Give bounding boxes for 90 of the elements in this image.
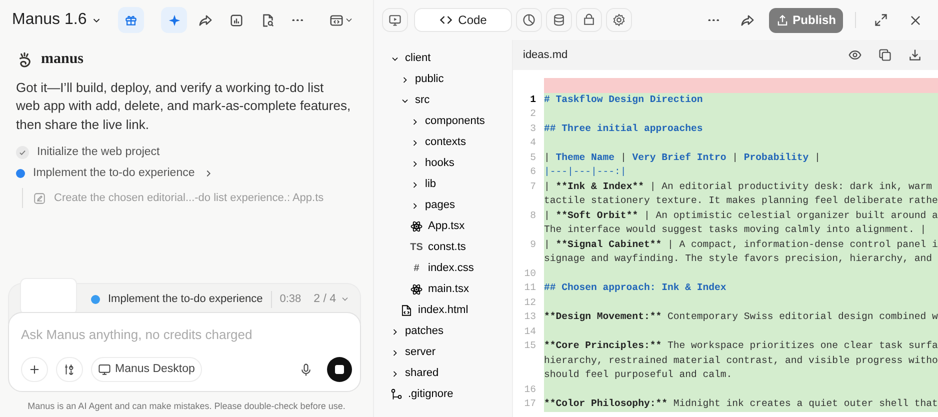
dashboard-icon	[522, 13, 536, 27]
line-number: 17	[523, 397, 537, 411]
code-icon	[439, 13, 454, 27]
git-icon	[390, 388, 403, 401]
lock-tab[interactable]	[576, 8, 602, 32]
elapsed-time: 0:38	[270, 291, 302, 308]
sparkle-button[interactable]	[161, 7, 187, 33]
code-window-icon	[328, 12, 344, 28]
tree-item[interactable]: main.tsx	[374, 279, 469, 300]
line-number: 8	[529, 208, 537, 222]
tree-item[interactable]: lib	[374, 174, 436, 195]
line-number: 4	[529, 136, 537, 150]
monitor-icon	[98, 363, 111, 376]
line-number: 7	[529, 180, 537, 194]
tree-item[interactable]: src	[374, 90, 430, 111]
database-tab[interactable]	[546, 8, 572, 32]
gift-button[interactable]	[118, 7, 144, 33]
tree-item[interactable]: pages	[374, 195, 455, 216]
line-number: 10	[523, 266, 537, 280]
dashboard-tab[interactable]	[516, 8, 542, 32]
share-icon	[198, 12, 212, 28]
message-text: Got it—I’ll build, deploy, and verify a working to-do list web app with add, delete, and mark-as-complete features, then share the live link.	[16, 78, 352, 134]
html-file-icon	[400, 304, 413, 317]
microphone-icon	[299, 362, 313, 376]
line-number: 16	[523, 382, 537, 396]
line-number: 14	[523, 324, 537, 338]
tree-item[interactable]: TS const.ts	[374, 237, 466, 258]
chart-icon	[228, 12, 244, 28]
preview-tab[interactable]	[382, 8, 408, 32]
line-number: 9	[529, 238, 537, 252]
progress-dot	[91, 294, 100, 304]
atom-icon	[410, 283, 423, 296]
tree-item[interactable]: shared	[374, 363, 439, 384]
add-button[interactable]	[21, 357, 48, 382]
file-type-icon: TS	[410, 240, 423, 255]
line-number: 1	[529, 92, 537, 106]
tree-item[interactable]: hooks	[374, 153, 454, 174]
step-label: Implement the to-do experience	[33, 166, 195, 181]
model-selector[interactable]: Manus 1.6	[12, 8, 102, 32]
tree-item[interactable]: client	[374, 48, 431, 69]
share-icon	[740, 12, 756, 28]
line-number: 2	[529, 107, 537, 121]
sparkle-icon	[166, 12, 182, 28]
code-tab[interactable]: Code	[414, 8, 512, 32]
settings-icon	[612, 13, 626, 27]
more-icon	[708, 18, 720, 22]
gift-icon	[124, 13, 138, 27]
tree-item[interactable]: components	[374, 111, 485, 132]
tree-item[interactable]: .gitignore	[374, 384, 454, 405]
download-icon	[908, 48, 922, 62]
lock-icon	[582, 13, 596, 27]
database-icon	[552, 13, 566, 27]
edit-file-icon	[33, 192, 46, 204]
stop-icon	[335, 365, 344, 374]
tree-item[interactable]: public	[374, 69, 444, 90]
tree-item[interactable]: # index.css	[374, 258, 474, 279]
eye-icon	[848, 48, 862, 62]
progress-label: Implement the to-do experience	[108, 292, 263, 308]
step-label: Initialize the web project	[37, 144, 160, 160]
tree-item[interactable]: index.html	[374, 300, 468, 321]
disclaimer-text: Manus is an AI Agent and can make mistakes. Please double-check before use.	[26, 400, 346, 413]
tools-button[interactable]	[56, 357, 83, 382]
agent-name: manus	[41, 50, 84, 69]
line-number: 15	[523, 339, 537, 353]
settings-tab[interactable]	[606, 8, 632, 32]
tree-item[interactable]: patches	[374, 321, 444, 342]
tree-item[interactable]: App.tsx	[374, 216, 465, 237]
desktop-button[interactable]: Manus Desktop	[91, 357, 202, 382]
copy-icon	[878, 48, 892, 62]
stop-button[interactable]	[327, 357, 352, 382]
substep-label: Create the chosen editorial...-do list experience.: App.ts	[54, 190, 324, 206]
tree-item[interactable]: server	[374, 342, 436, 363]
line-number: 6	[529, 165, 537, 179]
line-number: 11	[523, 281, 537, 295]
line-number: 5	[529, 150, 537, 164]
close-icon	[908, 14, 922, 26]
tree-item[interactable]: contexts	[374, 132, 466, 153]
publish-button[interactable]: Publish	[768, 8, 843, 32]
more-icon	[292, 18, 304, 22]
file-type-icon: #	[410, 261, 423, 276]
plus-icon	[28, 363, 41, 376]
atom-icon	[410, 220, 423, 233]
line-number: 12	[523, 296, 537, 310]
expand-icon	[874, 13, 888, 27]
line-number: 3	[529, 122, 537, 136]
preview-icon	[388, 13, 402, 27]
line-number: 13	[523, 310, 537, 324]
file-name: ideas.md	[523, 48, 568, 63]
upload-icon	[776, 14, 789, 26]
sliders-icon	[63, 363, 76, 376]
